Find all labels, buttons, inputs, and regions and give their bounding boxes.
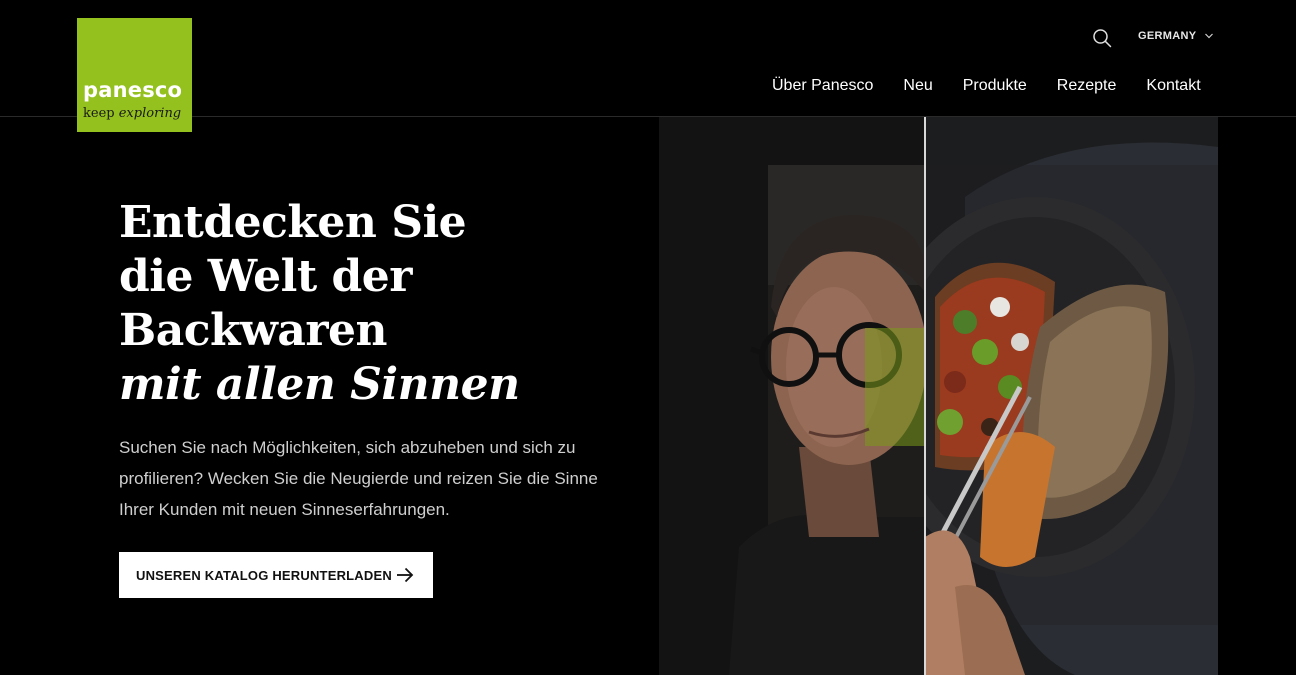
nav-item-produkte[interactable]: Produkte bbox=[963, 77, 1027, 95]
food-plate-image bbox=[925, 117, 1218, 675]
food-plate-illustration bbox=[925, 117, 1218, 675]
comparison-slider-handle[interactable] bbox=[924, 117, 926, 675]
hero-description: Suchen Sie nach Möglichkeiten, sich abzu… bbox=[119, 438, 598, 519]
nav-item-rezepte[interactable]: Rezepte bbox=[1057, 77, 1117, 95]
download-catalog-label: UNSEREN KATALOG HERUNTERLADEN bbox=[136, 567, 392, 583]
hero-title-line-1: Entdecken Sie bbox=[119, 197, 467, 248]
country-selector[interactable]: GERMANY bbox=[1138, 30, 1214, 42]
panesco-logo[interactable]: panesco keep exploring bbox=[77, 18, 192, 132]
hero-image-comparison bbox=[659, 117, 1218, 675]
download-catalog-button[interactable]: UNSEREN KATALOG HERUNTERLADEN bbox=[119, 552, 433, 598]
logo-tagline-italic: exploring bbox=[118, 106, 182, 121]
nav-item-kontakt[interactable]: Kontakt bbox=[1146, 77, 1200, 95]
hero-title: Entdecken Sie die Welt der Backwaren mit… bbox=[119, 196, 520, 412]
nav-item-neu[interactable]: Neu bbox=[903, 77, 932, 95]
logo-wordmark: panesco bbox=[83, 78, 183, 102]
chef-portrait-image bbox=[659, 117, 927, 675]
hero-title-italic: mit allen Sinnen bbox=[119, 359, 520, 410]
chevron-down-icon bbox=[1205, 33, 1214, 39]
hero-title-line-2: die Welt der bbox=[119, 251, 412, 302]
search-icon[interactable] bbox=[1092, 28, 1112, 48]
country-label: GERMANY bbox=[1138, 30, 1197, 42]
arrow-right-icon bbox=[397, 567, 414, 583]
main-nav: Über Panesco Neu Produkte Rezepte Kontak… bbox=[772, 77, 1201, 95]
logo-tagline: keep exploring bbox=[83, 106, 181, 121]
nav-item-ueber-panesco[interactable]: Über Panesco bbox=[772, 77, 873, 95]
hero-title-line-3: Backwaren bbox=[119, 305, 388, 356]
chef-portrait-illustration bbox=[729, 165, 927, 675]
site-header: panesco keep exploring GERMANY Über Pane… bbox=[0, 0, 1296, 132]
logo-tagline-prefix: keep bbox=[83, 106, 115, 121]
